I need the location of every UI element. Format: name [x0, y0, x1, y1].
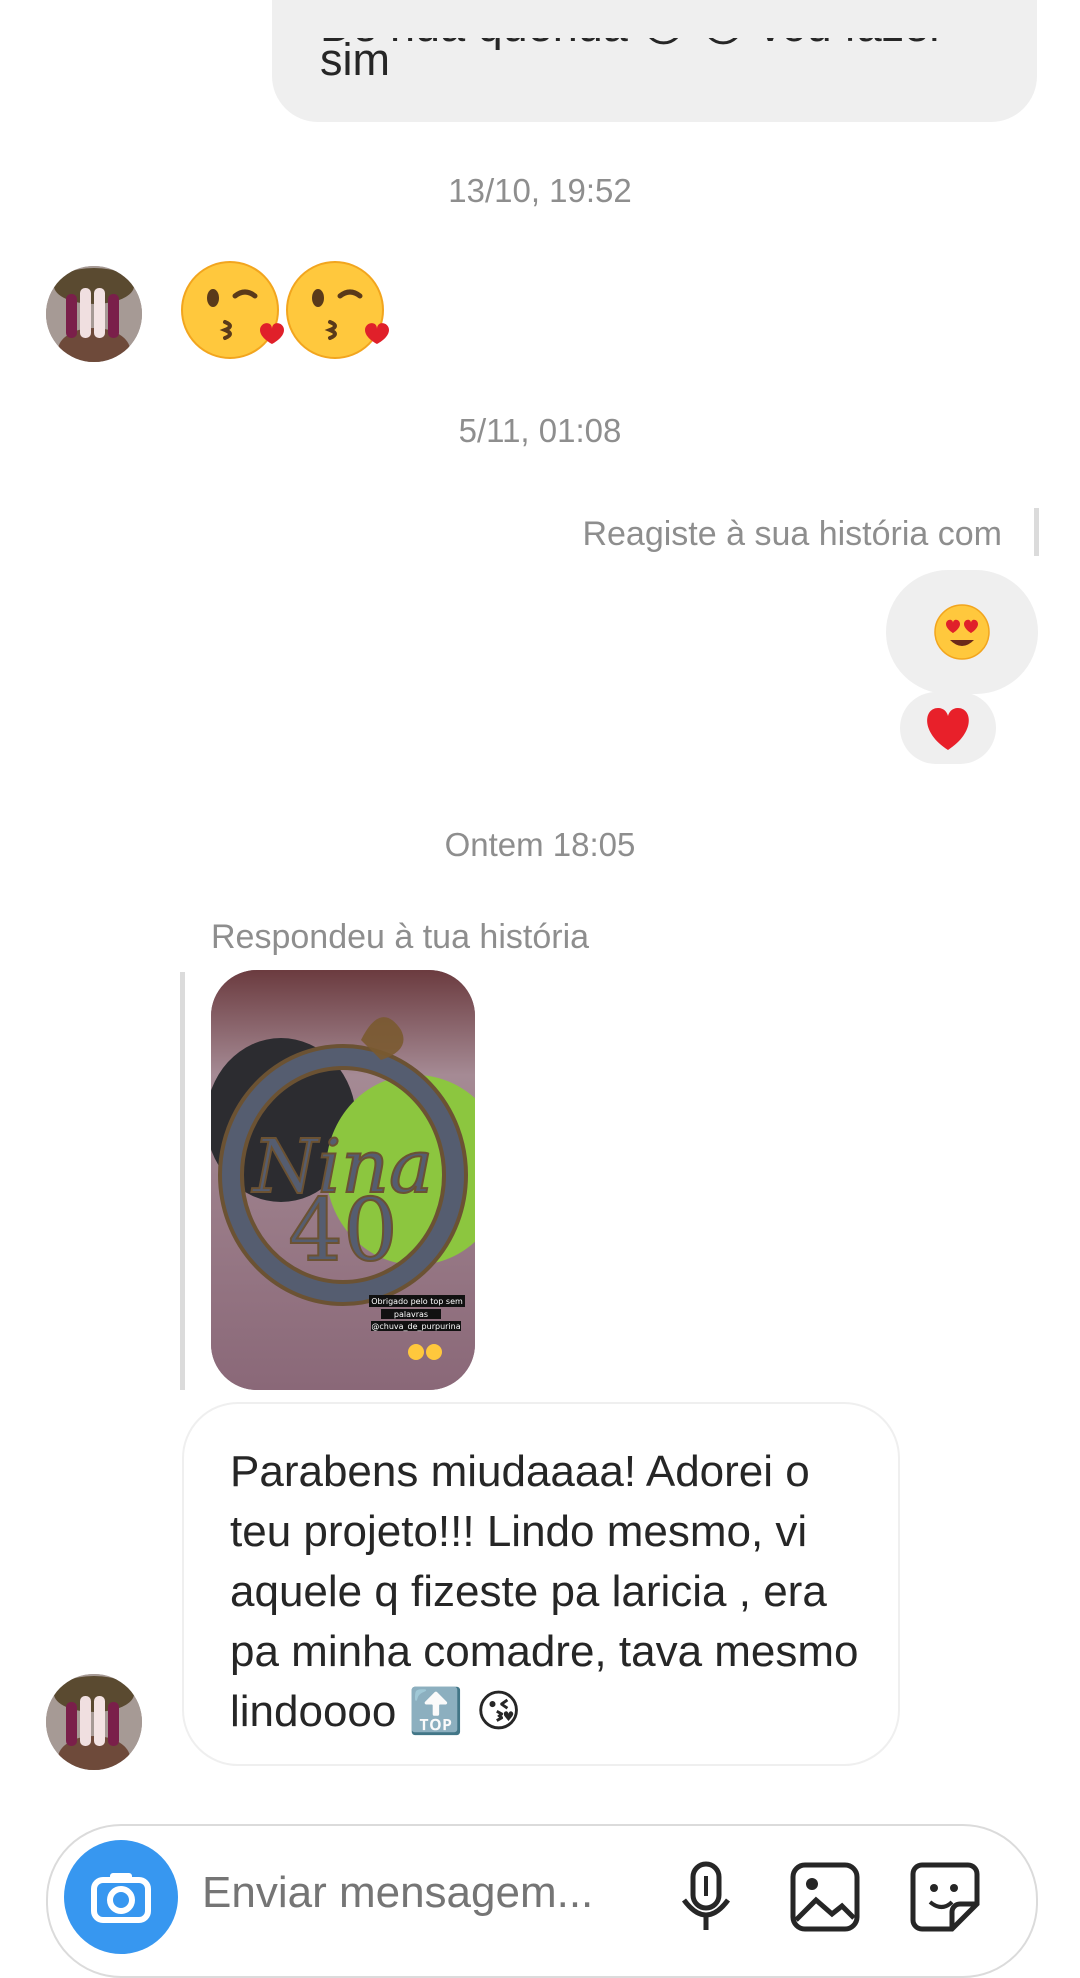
- timestamp: Ontem 18:05: [444, 826, 636, 863]
- incoming-message-bubble[interactable]: Parabens miudaaaa! Adorei o teu projeto!…: [182, 1402, 900, 1766]
- avatar[interactable]: [46, 1674, 142, 1770]
- sticker-button[interactable]: [908, 1860, 982, 1934]
- message-partial-line: De nua quenua 😘 😘 vou fazer: [320, 0, 945, 51]
- reaction-label: Reagiste à sua história com: [582, 515, 1002, 553]
- gallery-icon: [790, 1862, 860, 1932]
- message-input[interactable]: [202, 1868, 642, 1918]
- red-heart-icon: [927, 708, 969, 750]
- timestamp: 5/11, 01:08: [458, 412, 622, 449]
- kissing-face-icon: [181, 261, 389, 359]
- story-thumbnail[interactable]: Nina 40 Obrigado pelo top sem palavras @…: [211, 970, 475, 1390]
- reply-indicator-bar: [180, 972, 185, 1390]
- outgoing-message-bubble[interactable]: De nua quenua 😘 😘 vou fazer sim: [272, 0, 1037, 122]
- camera-icon: [91, 1873, 151, 1923]
- story-caption-line: @chuva_de_purpurina: [371, 1322, 460, 1331]
- gallery-button[interactable]: [788, 1860, 862, 1934]
- timestamp: 13/10, 19:52: [448, 172, 632, 209]
- sticker-icon: [910, 1862, 980, 1932]
- heart-reaction[interactable]: [900, 692, 996, 764]
- story-caption-line: Obrigado pelo top sem: [371, 1297, 463, 1306]
- avatar-photo: [46, 266, 142, 362]
- kiss-emojis[interactable]: [180, 258, 400, 368]
- heart-eyes-face-icon: [934, 604, 990, 660]
- svg-text:40: 40: [288, 1181, 397, 1281]
- reaction-bubble[interactable]: [886, 570, 1038, 694]
- story-image: Nina 40 Obrigado pelo top sem palavras @…: [211, 970, 475, 1390]
- microphone-icon: [681, 1861, 731, 1930]
- reply-indicator-bar: [1034, 508, 1039, 556]
- camera-button[interactable]: [64, 1840, 178, 1954]
- message-text: sim: [320, 34, 390, 85]
- story-reply-label: Respondeu à tua história: [211, 918, 590, 956]
- avatar[interactable]: [46, 266, 142, 362]
- story-caption-line: palavras: [394, 1310, 428, 1319]
- microphone-button[interactable]: [676, 1858, 736, 1938]
- avatar-photo: [46, 1674, 142, 1770]
- message-text: Parabens miudaaaa! Adorei o teu projeto!…: [230, 1447, 859, 1736]
